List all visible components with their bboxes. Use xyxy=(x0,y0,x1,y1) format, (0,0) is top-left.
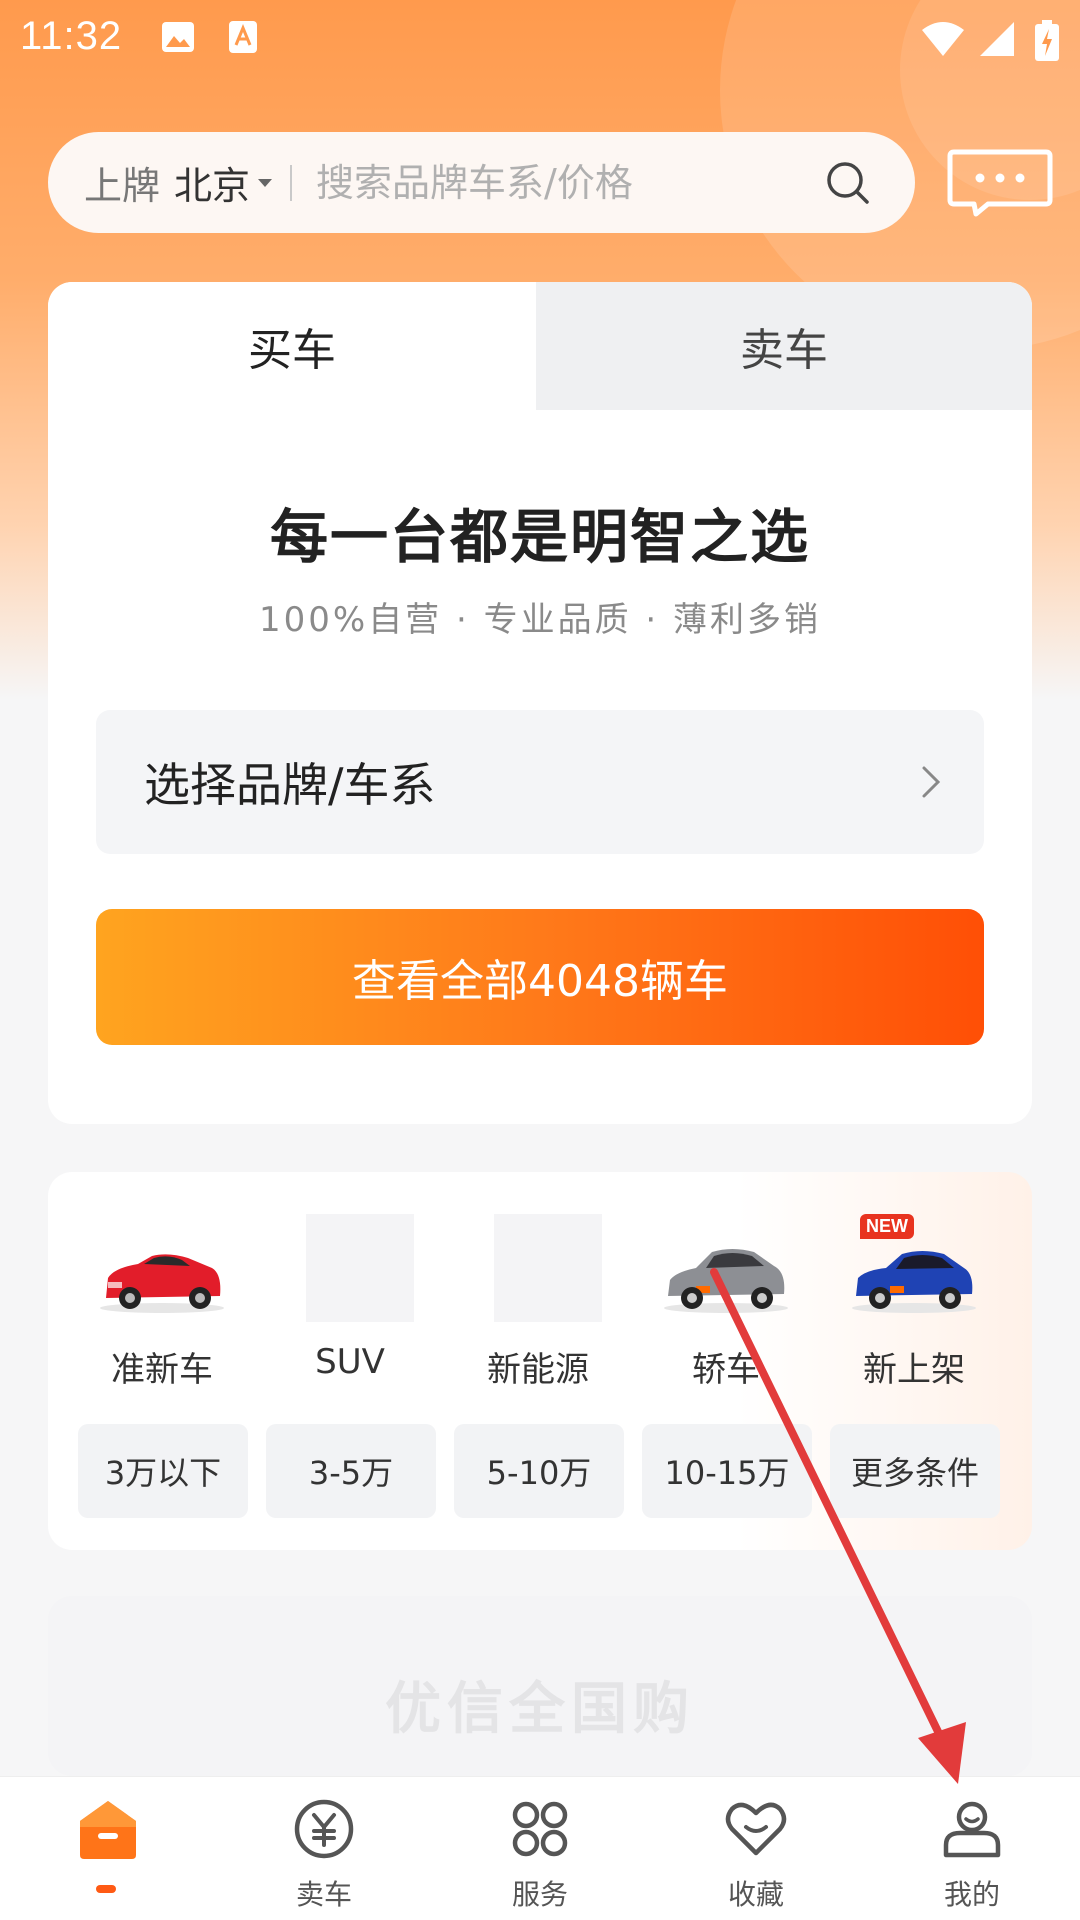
heart-icon xyxy=(725,1802,787,1856)
category-new-energy[interactable]: 新能源 xyxy=(444,1212,632,1402)
placeholder-image xyxy=(306,1214,414,1322)
banner-title: 优信全国购 xyxy=(385,1677,695,1742)
brand-select-label: 选择品牌/车系 xyxy=(144,758,436,812)
grid-services-icon xyxy=(512,1801,568,1857)
placeholder-image xyxy=(494,1214,602,1322)
city-selector[interactable]: 北京 xyxy=(174,155,250,210)
category-new-arrivals[interactable]: NEW 新上架 xyxy=(820,1212,1008,1402)
app-store-notification-icon xyxy=(229,21,257,53)
nav-services[interactable]: 服务 xyxy=(432,1777,648,1920)
price-filter-chip[interactable]: 5-10万 xyxy=(454,1424,624,1518)
promo-banner[interactable]: 优信全国购 xyxy=(48,1596,1032,1776)
brand-series-selector[interactable]: 选择品牌/车系 xyxy=(96,710,984,854)
cellular-signal-icon xyxy=(980,22,1014,56)
city-prefix-label: 上牌 xyxy=(84,164,161,208)
nav-home[interactable] xyxy=(0,1777,216,1920)
profile-icon xyxy=(943,1801,1001,1858)
buy-sell-card: 买车 卖车 每一台都是明智之选 100%自营 · 专业品质 · 薄利多销 选择品… xyxy=(48,282,1032,1124)
category-near-new[interactable]: 准新车 xyxy=(68,1212,256,1402)
nav-sell-car[interactable]: 卖车 xyxy=(216,1777,432,1920)
hero-headline: 每一台都是明智之选 xyxy=(269,503,810,571)
chevron-right-icon xyxy=(922,766,941,798)
nav-profile[interactable]: 我的 xyxy=(864,1777,1080,1920)
category-card: 准新车 SUV 新能源 轿车 NEW 新上架 3万以下 3-5万 5-10万 1… xyxy=(48,1172,1032,1550)
category-label: SUV xyxy=(315,1342,385,1382)
status-time: 11:32 xyxy=(20,14,123,58)
message-icon[interactable] xyxy=(946,148,1054,218)
search-icon[interactable] xyxy=(825,160,871,206)
category-label: 准新车 xyxy=(111,1350,213,1390)
home-icon xyxy=(80,1801,136,1859)
yuan-coin-icon xyxy=(294,1799,354,1859)
tab-sell-car[interactable]: 卖车 xyxy=(536,282,1032,410)
silver-sedan-car-image xyxy=(664,1249,788,1313)
tab-buy-car[interactable]: 买车 xyxy=(48,282,536,410)
more-filters-chip[interactable]: 更多条件 xyxy=(830,1424,1000,1518)
search-bar: 上牌 北京 xyxy=(48,132,915,233)
gallery-notification-icon xyxy=(162,22,194,52)
wifi-icon xyxy=(922,22,964,56)
battery-charging-icon xyxy=(1035,20,1059,61)
view-all-cars-button[interactable]: 查看全部4048辆车 xyxy=(96,909,984,1045)
nav-label: 我的 xyxy=(943,1878,1000,1911)
category-suv[interactable]: SUV xyxy=(256,1212,444,1402)
price-filter-chip[interactable]: 3-5万 xyxy=(266,1424,436,1518)
nav-label: 收藏 xyxy=(727,1878,784,1911)
bottom-navigation: 卖车 服务 收藏 我的 xyxy=(0,1776,1080,1920)
category-sedan[interactable]: 轿车 xyxy=(632,1212,820,1402)
category-label: 新能源 xyxy=(487,1350,589,1390)
price-filter-chip[interactable]: 10-15万 xyxy=(642,1424,812,1518)
category-label: 新上架 xyxy=(863,1350,965,1390)
search-divider xyxy=(290,164,293,201)
price-filter-chip[interactable]: 3万以下 xyxy=(78,1424,248,1518)
nav-label: 服务 xyxy=(511,1878,568,1911)
status-bar: 11:32 xyxy=(0,0,1080,74)
hero-subline: 100%自营 · 专业品质 · 薄利多销 xyxy=(258,600,822,640)
nav-label: 卖车 xyxy=(295,1878,352,1911)
category-label: 轿车 xyxy=(692,1350,760,1390)
search-input[interactable] xyxy=(316,160,790,205)
new-badge: NEW xyxy=(860,1214,914,1239)
caret-down-icon[interactable] xyxy=(258,178,273,187)
nav-favorites[interactable]: 收藏 xyxy=(648,1777,864,1920)
active-indicator xyxy=(96,1885,116,1893)
red-convertible-car-image xyxy=(100,1254,224,1313)
